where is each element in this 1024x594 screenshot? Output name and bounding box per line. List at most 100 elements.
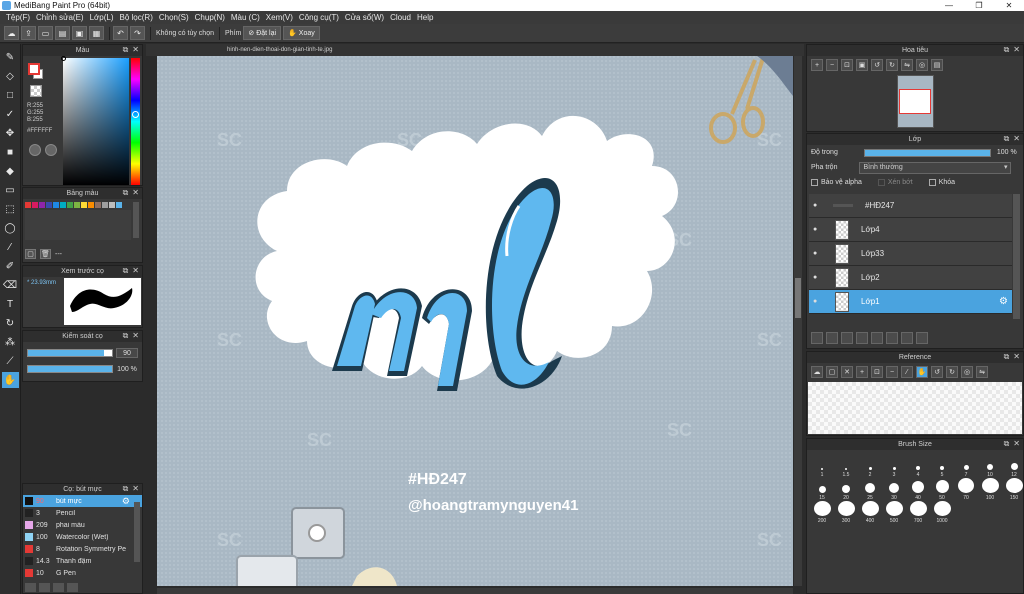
brush-size-option[interactable]: 100 <box>978 478 1002 501</box>
check-tool-icon[interactable]: ✓ <box>2 106 19 122</box>
lasso-tool-icon[interactable]: ◯ <box>2 220 19 236</box>
menu-edit[interactable]: Chỉnh sửa(E) <box>33 13 87 22</box>
rect-tool-icon[interactable]: □ <box>2 87 19 103</box>
menu-select[interactable]: Chọn(S) <box>156 13 192 22</box>
palette-swatch[interactable] <box>39 202 45 208</box>
palette-swatch[interactable] <box>116 202 122 208</box>
brush-size-option[interactable]: 2 <box>858 455 882 478</box>
canvas-horizontal-scrollbar[interactable] <box>157 588 793 594</box>
reference-canvas[interactable] <box>808 382 1022 434</box>
undock-icon[interactable]: ⧉ <box>1004 45 1010 55</box>
menu-layer[interactable]: Lớp(L) <box>87 13 117 22</box>
brush-list-scrollbar[interactable] <box>134 502 140 562</box>
brush-size-option[interactable]: 25 <box>858 478 882 501</box>
menu-view[interactable]: Xem(V) <box>263 13 296 22</box>
close-panel-icon[interactable]: ✕ <box>1013 352 1020 362</box>
delete-layer-icon[interactable] <box>916 332 928 344</box>
visibility-icon[interactable]: ● <box>813 202 823 209</box>
brush-size-option[interactable]: 20 <box>834 478 858 501</box>
brush-size-value[interactable]: 90 <box>116 348 138 358</box>
fit-icon[interactable]: ⊡ <box>841 59 853 71</box>
brush-item[interactable]: 90 bút mực ⚙ <box>23 495 142 507</box>
brush-item[interactable]: 209 phai màu <box>23 519 142 531</box>
undo-icon[interactable]: ↶ <box>113 26 128 40</box>
close-panel-icon[interactable]: ✕ <box>1013 45 1020 55</box>
close-panel-icon[interactable]: ✕ <box>132 484 139 494</box>
palette-swatch[interactable] <box>109 202 115 208</box>
layer-opacity-slider[interactable] <box>863 148 991 157</box>
scroll-thumb[interactable] <box>795 278 801 318</box>
undock-icon[interactable]: ⧉ <box>123 331 129 341</box>
brush-size-option[interactable]: 1 <box>810 455 834 478</box>
saturation-value-picker[interactable] <box>63 58 129 185</box>
brush-item[interactable]: 3 Pencil <box>23 507 142 519</box>
palette-swatch[interactable] <box>102 202 108 208</box>
gear-icon[interactable]: ⚙ <box>999 296 1008 307</box>
actual-size-icon[interactable]: ▣ <box>856 59 868 71</box>
move-tool-icon[interactable]: ✥ <box>2 125 19 141</box>
menu-tools[interactable]: Công cụ(T) <box>296 13 342 22</box>
bucket-tool-icon[interactable]: ◆ <box>2 163 19 179</box>
layer-row[interactable]: ● Lớp33 <box>809 242 1012 266</box>
brush-size-option[interactable]: 5 <box>930 455 954 478</box>
undock-icon[interactable]: ⧉ <box>1004 352 1010 362</box>
gear-icon[interactable]: ⚙ <box>122 496 130 507</box>
visibility-icon[interactable]: ● <box>813 250 823 257</box>
zoom-in-icon[interactable]: + <box>856 366 868 378</box>
brush-item[interactable]: 10 G Pen <box>23 567 142 579</box>
delete-palette-icon[interactable]: 🗑 <box>40 249 51 259</box>
brush-item[interactable]: 8 Rotation Symmetry Pe <box>23 543 142 555</box>
undock-icon[interactable]: ⧉ <box>1004 439 1010 449</box>
color-wheel-icon[interactable] <box>29 144 41 156</box>
eyedropper-icon[interactable]: ⁄ <box>901 366 913 378</box>
select-eraser-icon[interactable]: ⌫ <box>2 277 19 293</box>
layer-row[interactable]: ● Lớp4 <box>809 218 1012 242</box>
new-layer-icon[interactable] <box>811 332 823 344</box>
undock-icon[interactable]: ⧉ <box>123 266 129 276</box>
reset-button[interactable]: ⊘ Đặt lại <box>243 26 282 40</box>
eraser-tool-icon[interactable]: ◇ <box>2 68 19 84</box>
brush-size-option[interactable]: 400 <box>858 501 882 524</box>
open-folder-icon[interactable]: ▢ <box>826 366 838 378</box>
select-pen-icon[interactable]: ✐ <box>2 258 19 274</box>
eyedropper-tool-icon[interactable]: ⁂ <box>2 334 19 350</box>
new-8bit-layer-icon[interactable] <box>841 332 853 344</box>
undock-icon[interactable]: ⧉ <box>123 188 129 198</box>
menu-file[interactable]: Tệp(F) <box>3 13 33 22</box>
brush-size-option[interactable]: 40 <box>906 478 930 501</box>
divide-tool-icon[interactable]: ⟋ <box>2 353 19 369</box>
minimize-button[interactable]: — <box>934 0 964 11</box>
palette-swatch[interactable] <box>53 202 59 208</box>
visibility-icon[interactable]: ● <box>813 274 823 281</box>
close-button[interactable]: ✕ <box>994 0 1024 11</box>
palette-swatch[interactable] <box>67 202 73 208</box>
lock-checkbox[interactable]: Khóa <box>928 179 955 186</box>
palette-swatch[interactable] <box>74 202 80 208</box>
navigator-thumbnail[interactable] <box>897 75 934 128</box>
zoom-out-icon[interactable]: − <box>826 59 838 71</box>
close-panel-icon[interactable]: ✕ <box>132 331 139 341</box>
brush-size-option[interactable]: 200 <box>810 501 834 524</box>
palette-swatch[interactable] <box>60 202 66 208</box>
close-panel-icon[interactable]: ✕ <box>132 188 139 198</box>
text-tool-icon[interactable]: T <box>2 296 19 312</box>
zoom-out-icon[interactable]: − <box>886 366 898 378</box>
menu-cloud[interactable]: Cloud <box>387 13 414 22</box>
undock-icon[interactable]: ⧉ <box>1004 134 1010 144</box>
navigator-viewport[interactable] <box>899 89 931 114</box>
merge-layer-icon[interactable] <box>901 332 913 344</box>
cloud-icon[interactable]: ☁ <box>4 26 19 40</box>
brush-size-option[interactable]: 150 <box>1002 478 1024 501</box>
layer-row[interactable]: ● Lớp1 ⚙ <box>809 290 1012 314</box>
redo-icon[interactable]: ↷ <box>130 26 145 40</box>
close-panel-icon[interactable]: ✕ <box>132 45 139 55</box>
grid-icon[interactable]: ▦ <box>89 26 104 40</box>
hand-tool-icon[interactable]: ✋ <box>1 372 19 388</box>
brush-menu-icon[interactable] <box>39 583 50 592</box>
protect-alpha-checkbox[interactable]: Bảo vệ alpha <box>811 179 862 186</box>
blend-mode-select[interactable]: Bình thường <box>859 161 1012 174</box>
close-panel-icon[interactable]: ✕ <box>1013 439 1020 449</box>
palette-swatch[interactable] <box>88 202 94 208</box>
brush-size-option[interactable]: 700 <box>906 501 930 524</box>
hand-icon[interactable]: ✋ <box>916 366 928 378</box>
